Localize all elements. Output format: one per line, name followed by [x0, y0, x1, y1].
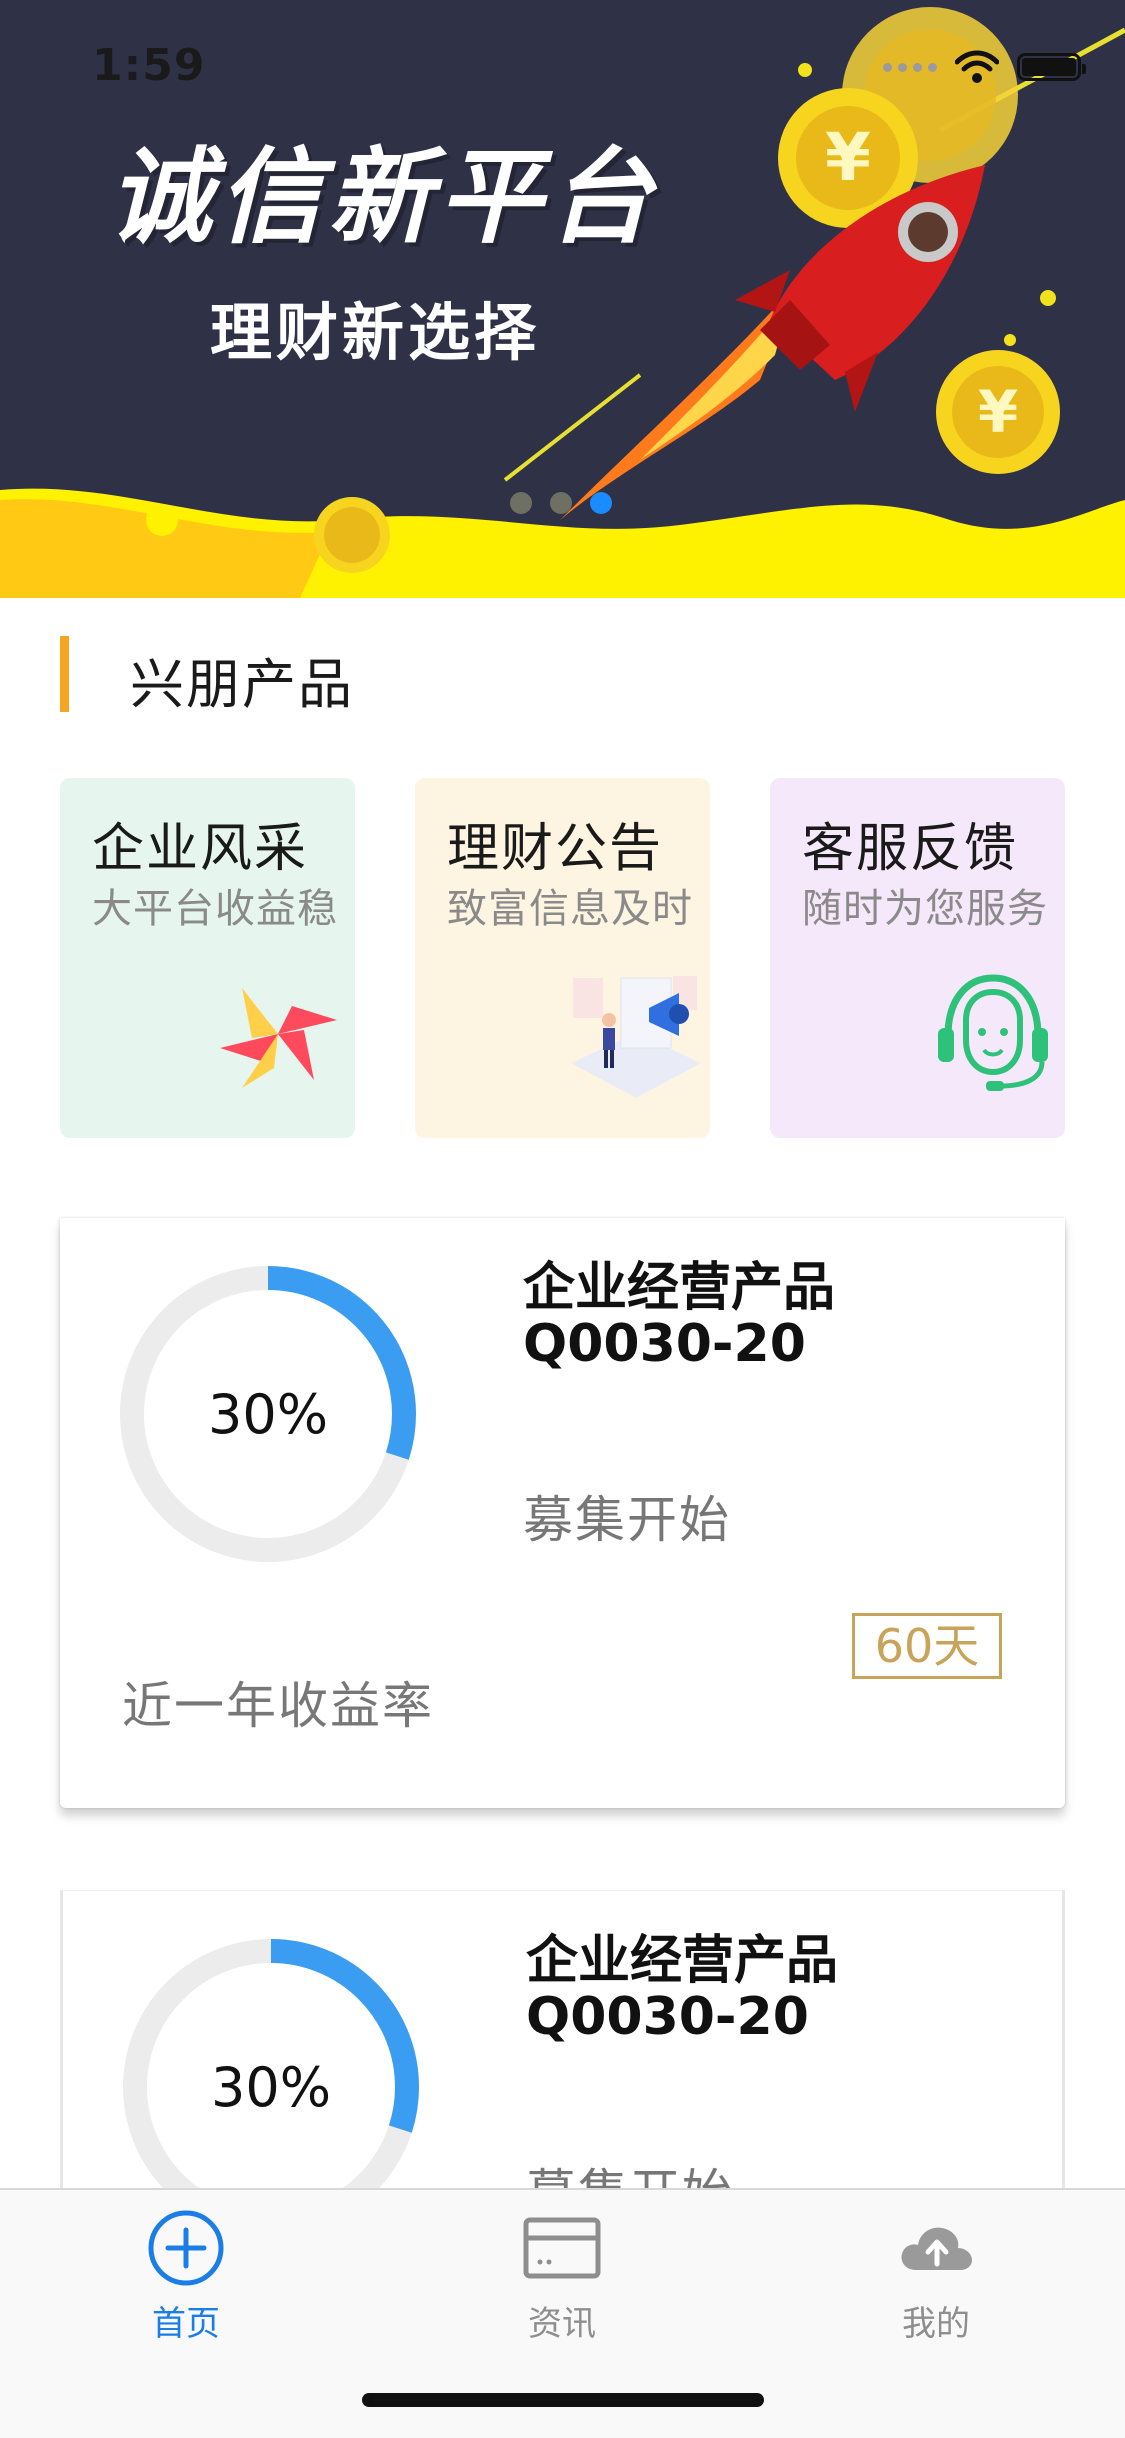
- coin-icon: [314, 497, 390, 573]
- pager-dot[interactable]: [550, 492, 572, 514]
- product-status: 募集开始: [523, 1491, 731, 1549]
- feature-title: 企业风采: [92, 819, 309, 879]
- pinwheel-icon: [220, 988, 337, 1088]
- card-icon: [523, 2217, 601, 2279]
- product-name: 企业经营产品 Q0030-20: [526, 1933, 1006, 2045]
- progress-percent: 30%: [207, 1382, 329, 1446]
- tab-home[interactable]: 首页: [66, 2208, 306, 2345]
- term-days-badge: 60天: [852, 1613, 1002, 1679]
- feature-desc: 随时为您服务: [802, 886, 1048, 932]
- feature-title: 客服反馈: [802, 819, 1019, 879]
- coin-icon: ¥: [936, 350, 1060, 474]
- feature-card-announcement[interactable]: 理财公告 致富信息及时: [415, 778, 710, 1138]
- banner-carousel[interactable]: ¥ ¥ 1:59 诚信新平台 理财新选择: [0, 0, 1125, 598]
- product-code: Q0030-20: [523, 1314, 806, 1374]
- banner-subtitle: 理财新选择: [210, 296, 541, 369]
- svg-text:¥: ¥: [978, 378, 1018, 446]
- battery-icon: [1017, 53, 1086, 81]
- product-code: Q0030-20: [526, 1987, 809, 2047]
- product-card[interactable]: 30% 企业经营产品 Q0030-20 募集开始: [60, 1890, 1065, 2235]
- status-time: 1:59: [92, 40, 206, 91]
- tab-label: 我的: [902, 2304, 970, 2344]
- cloud-upload-icon: [901, 2227, 972, 2270]
- feature-desc: 致富信息及时: [447, 886, 693, 932]
- tab-label: 资讯: [528, 2304, 596, 2344]
- pager-dot[interactable]: [510, 492, 532, 514]
- pager-dot-active[interactable]: [590, 492, 612, 514]
- wifi-icon: [955, 50, 999, 83]
- home-indicator[interactable]: [362, 2393, 764, 2407]
- cellular-signal-icon: [883, 62, 937, 72]
- tab-news[interactable]: 资讯: [442, 2208, 682, 2345]
- section-title: 兴朋产品: [130, 653, 354, 716]
- product-name: 企业经营产品 Q0030-20: [523, 1260, 1003, 1372]
- feature-title: 理财公告: [447, 819, 664, 879]
- svg-text:¥: ¥: [825, 119, 871, 196]
- section-accent-bar: [60, 636, 69, 712]
- banner-title: 诚信新平台: [108, 136, 659, 258]
- carousel-pager[interactable]: [510, 492, 612, 514]
- plus-circle-icon: [148, 2210, 224, 2286]
- feature-desc: 大平台收益稳: [92, 886, 338, 932]
- product-name-line1: 企业经营产品: [526, 1931, 839, 1991]
- announcement-illustration: [571, 976, 701, 1098]
- headset-icon: [938, 974, 1048, 1091]
- tab-label: 首页: [152, 2304, 220, 2344]
- feature-card-company[interactable]: 企业风采 大平台收益稳: [60, 778, 355, 1138]
- status-indicators: [883, 50, 1086, 84]
- tab-profile[interactable]: 我的: [816, 2208, 1056, 2345]
- feature-card-customer-service[interactable]: 客服反馈 随时为您服务: [770, 778, 1065, 1138]
- annual-return-label: 近一年收益率: [122, 1677, 434, 1735]
- product-card[interactable]: 30% 企业经营产品 Q0030-20 募集开始 60天 近一年收益率: [60, 1218, 1065, 1808]
- product-name-line1: 企业经营产品: [523, 1258, 836, 1318]
